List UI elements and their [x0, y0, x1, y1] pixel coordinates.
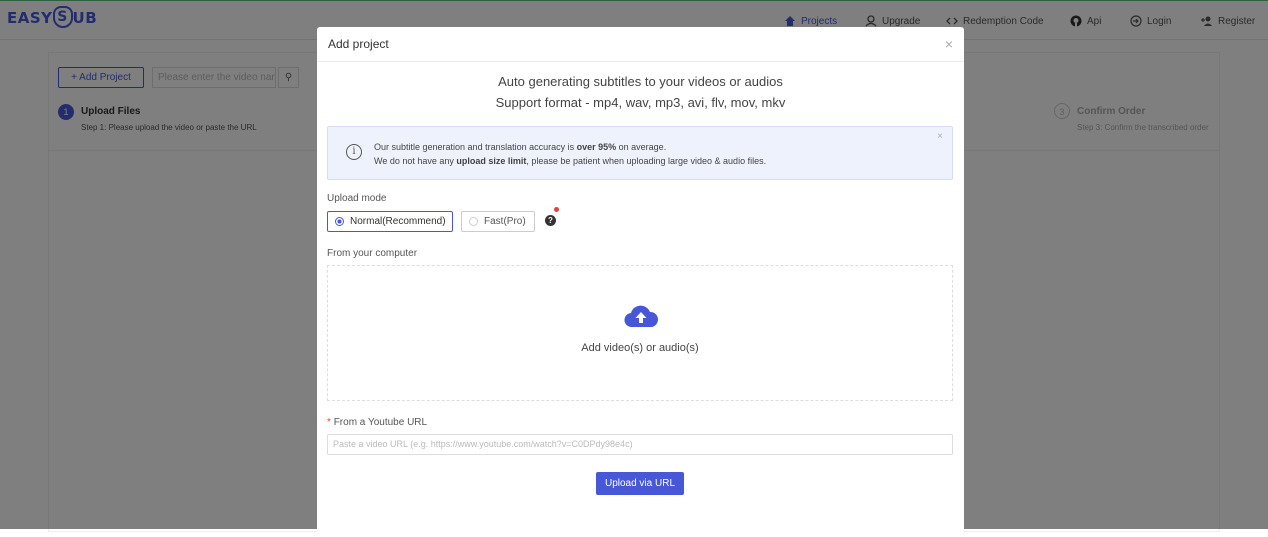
- mode-fast-radio[interactable]: Fast(Pro): [461, 211, 535, 232]
- close-icon[interactable]: ×: [945, 36, 953, 52]
- youtube-label-text: From a Youtube URL: [333, 417, 428, 428]
- headline-primary: Auto generating subtitles to your videos…: [498, 74, 783, 89]
- file-drop-zone[interactable]: Add video(s) or audio(s): [327, 265, 953, 401]
- info-icon: i: [346, 144, 362, 160]
- modal-header: Add project ×: [317, 27, 964, 62]
- youtube-url-label: * From a Youtube URL: [327, 417, 427, 428]
- info-size-tail: , please be patient when uploading large…: [526, 156, 767, 166]
- headline-formats: Support format - mp4, wav, mp3, avi, flv…: [495, 95, 786, 110]
- upload-via-url-button[interactable]: Upload via URL: [596, 472, 684, 495]
- info-size-text: We do not have any: [374, 156, 457, 166]
- help-icon[interactable]: ?: [545, 215, 556, 226]
- modal-title: Add project: [328, 37, 389, 51]
- mode-normal-label: Normal(Recommend): [350, 216, 446, 227]
- radio-selected-icon: [335, 217, 344, 226]
- youtube-url-input[interactable]: Paste a video URL (e.g. https://www.yout…: [327, 434, 953, 455]
- info-size-bold: upload size limit: [456, 156, 527, 166]
- radio-unselected-icon: [469, 217, 478, 226]
- add-project-modal: Add project × Auto generating subtitles …: [317, 27, 964, 537]
- mode-normal-radio[interactable]: Normal(Recommend): [327, 211, 453, 232]
- info-accuracy-text: Our subtitle generation and translation …: [374, 142, 577, 152]
- required-asterisk: *: [327, 417, 331, 428]
- info-alert: i Our subtitle generation and translatio…: [327, 126, 953, 180]
- info-accuracy: Our subtitle generation and translation …: [374, 142, 666, 152]
- computer-upload-label: From your computer: [327, 248, 418, 259]
- cloud-upload-icon: [624, 305, 658, 328]
- info-accuracy-value: over 95%: [576, 142, 617, 152]
- info-accuracy-tail: on average.: [616, 142, 667, 152]
- drop-zone-text: Add video(s) or audio(s): [581, 342, 699, 354]
- info-size-limit: We do not have any upload size limit, pl…: [374, 156, 766, 166]
- notification-dot: [554, 207, 559, 212]
- upload-mode-label: Upload mode: [327, 193, 387, 204]
- info-close-icon[interactable]: ×: [937, 131, 943, 142]
- mode-fast-label: Fast(Pro): [484, 216, 526, 227]
